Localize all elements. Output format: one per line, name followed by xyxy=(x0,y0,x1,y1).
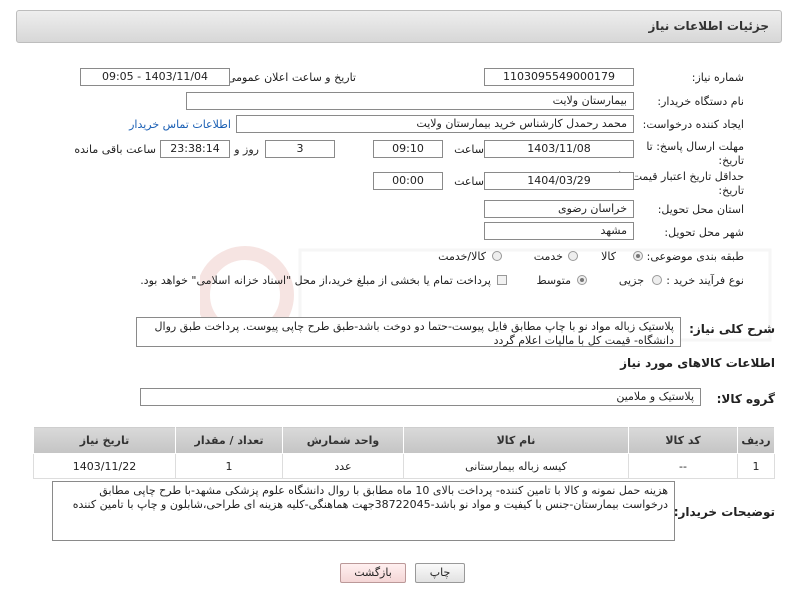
summary-text: پلاستیک زباله مواد نو با چاپ مطابق فایل … xyxy=(136,317,681,347)
validity-time-label: ساعت xyxy=(454,175,484,188)
treasury-payment-note: پرداخت تمام یا بخشی از مبلغ خرید،از محل … xyxy=(140,274,491,287)
back-button[interactable]: بازگشت xyxy=(340,563,406,583)
page-title: جزئیات اطلاعات نیاز xyxy=(648,19,769,33)
reply-date-field: 1403/11/08 xyxy=(484,140,634,158)
validity-date-field: 1404/03/29 xyxy=(484,172,634,190)
buyer-notes-label: توضیحات خریدار: xyxy=(673,505,775,519)
creator-field: محمد رحمدل کارشناس خرید بیمارستان ولایت xyxy=(236,115,634,133)
cell-quantity: 1 xyxy=(175,453,283,479)
category-option-service: خدمت xyxy=(533,250,563,263)
need-number-label: شماره نیاز: xyxy=(691,71,744,84)
need-number-field: 1103095549000179 xyxy=(484,68,634,86)
reply-time-label: ساعت xyxy=(454,143,484,156)
city-label: شهر محل تحویل: xyxy=(664,226,744,239)
goods-section-title: اطلاعات کالاهای مورد نیاز xyxy=(620,356,775,370)
time-remaining-label: ساعت باقی مانده xyxy=(74,143,156,156)
buyer-org-field: بیمارستان ولایت xyxy=(186,92,634,110)
announce-datetime-field: 1403/11/04 - 09:05 xyxy=(80,68,230,86)
category-radio-goods[interactable] xyxy=(633,251,643,261)
col-item-name: نام کالا xyxy=(403,426,629,454)
cell-unit: عدد xyxy=(282,453,404,479)
goods-group-label: گروه کالا: xyxy=(716,392,775,406)
days-label: روز و xyxy=(234,143,259,156)
col-row-number: ردیف xyxy=(737,426,775,454)
announce-datetime-label: تاریخ و ساعت اعلان عمومی: xyxy=(223,71,356,84)
page-header: جزئیات اطلاعات نیاز xyxy=(16,10,782,43)
col-item-code: کد کالا xyxy=(628,426,738,454)
cell-row-number: 1 xyxy=(737,453,775,479)
validity-time-field: 00:00 xyxy=(373,172,443,190)
print-button[interactable]: چاپ xyxy=(415,563,465,583)
goods-table: ردیف کد کالا نام کالا واحد شمارش تعداد /… xyxy=(33,426,775,479)
table-row: 1 -- کیسه زباله بیمارستانی عدد 1 1403/11… xyxy=(33,453,775,479)
col-quantity: تعداد / مقدار xyxy=(175,426,283,454)
province-field: خراسان رضوی xyxy=(484,200,634,218)
creator-label: ایجاد کننده درخواست: xyxy=(642,118,744,131)
buyer-notes-text: هزینه حمل نمونه و کالا با تامین کننده- پ… xyxy=(52,481,675,541)
col-unit: واحد شمارش xyxy=(282,426,404,454)
process-option-minor: جزیی xyxy=(618,274,644,287)
category-radio-goods-service[interactable] xyxy=(492,251,502,261)
reply-deadline-label: مهلت ارسال پاسخ: تا تاریخ: xyxy=(646,140,744,167)
buyer-org-label: نام دستگاه خریدار: xyxy=(657,95,744,108)
goods-group-field: پلاستیک و ملامین xyxy=(140,388,701,406)
category-option-goods-service: کالا/خدمت xyxy=(438,250,486,263)
process-radio-minor[interactable] xyxy=(652,275,662,285)
category-radio-service[interactable] xyxy=(568,251,578,261)
reply-time-field: 09:10 xyxy=(373,140,443,158)
cell-need-date: 1403/11/22 xyxy=(33,453,176,479)
time-remaining-field: 23:38:14 xyxy=(160,140,230,158)
days-remaining-field: 3 xyxy=(265,140,335,158)
process-type-label: نوع فرآیند خرید : xyxy=(666,274,744,287)
cell-item-code: -- xyxy=(628,453,738,479)
city-field: مشهد xyxy=(484,222,634,240)
category-option-goods: کالا xyxy=(601,250,616,263)
buyer-contact-link[interactable]: اطلاعات تماس خریدار xyxy=(129,118,231,131)
col-need-date: تاریخ نیاز xyxy=(33,426,176,454)
treasury-payment-checkbox[interactable] xyxy=(497,275,507,285)
summary-label: شرح کلی نیاز: xyxy=(689,322,775,336)
table-header-row: ردیف کد کالا نام کالا واحد شمارش تعداد /… xyxy=(33,426,775,454)
process-option-medium: متوسط xyxy=(536,274,571,287)
process-radio-medium[interactable] xyxy=(577,275,587,285)
province-label: استان محل تحویل: xyxy=(657,203,744,216)
cell-item-name: کیسه زباله بیمارستانی xyxy=(403,453,629,479)
category-label: طبقه بندی موضوعی: xyxy=(646,250,744,263)
